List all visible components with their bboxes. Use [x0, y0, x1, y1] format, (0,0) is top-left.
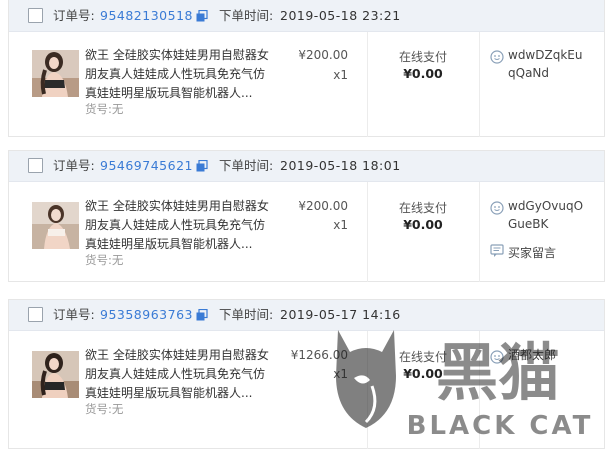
column-divider: [479, 331, 480, 449]
chat-icon[interactable]: [490, 350, 504, 364]
order-card: 订单号: 95482130518 下单时间: 2019-05-18 23:21 …: [8, 0, 605, 137]
order-body: 欲王 全硅胶实体娃娃男用自慰器女朋友真人娃娃成人性玩具免充气仿真娃娃明星版玩具智…: [9, 331, 604, 449]
order-no-label: 订单号:: [53, 307, 95, 322]
order-number[interactable]: 95358963763: [100, 300, 193, 330]
order-body: 欲王 全硅胶实体娃娃男用自慰器女朋友真人娃娃成人性玩具免充气仿真娃娃明星版玩具智…: [9, 32, 604, 137]
product-sku: 货号:无: [85, 102, 124, 116]
order-time-label: 下单时间:: [219, 158, 274, 173]
buyer-message-link[interactable]: 买家留言: [508, 244, 556, 261]
copy-icon[interactable]: [196, 10, 208, 22]
order-header: 订单号: 95482130518 下单时间: 2019-05-18 23:21: [9, 0, 604, 32]
order-header: 订单号: 95469745621 下单时间: 2019-05-18 18:01: [9, 151, 604, 182]
message-icon[interactable]: [490, 244, 504, 258]
column-divider: [479, 182, 480, 282]
product-thumbnail[interactable]: [32, 351, 79, 398]
order-card: 订单号: 95469745621 下单时间: 2019-05-18 18:01 …: [8, 150, 605, 282]
order-time: 2019-05-18 18:01: [280, 158, 401, 173]
order-no-label: 订单号:: [53, 158, 95, 173]
copy-icon[interactable]: [196, 160, 208, 172]
order-no-label: 订单号:: [53, 8, 95, 23]
order-total: ¥0.00: [403, 217, 443, 232]
chat-icon[interactable]: [490, 201, 504, 215]
quantity: x1: [333, 367, 348, 381]
order-total: ¥0.00: [403, 66, 443, 81]
order-time-label: 下单时间:: [219, 307, 274, 322]
product-sku: 货号:无: [85, 402, 124, 416]
order-number[interactable]: 95482130518: [100, 1, 193, 31]
product-title[interactable]: 欲王 全硅胶实体娃娃男用自慰器女朋友真人娃娃成人性玩具免充气仿真娃娃明星版玩具智…: [85, 197, 275, 254]
payment-method: 在线支付: [398, 50, 447, 64]
order-total: ¥0.00: [403, 366, 443, 381]
product-title[interactable]: 欲王 全硅胶实体娃娃男用自慰器女朋友真人娃娃成人性玩具免充气仿真娃娃明星版玩具智…: [85, 346, 275, 403]
unit-price: ¥1266.00: [290, 348, 348, 362]
order-time-label: 下单时间:: [219, 8, 274, 23]
order-time: 2019-05-18 23:21: [280, 8, 401, 23]
chat-icon[interactable]: [490, 50, 504, 64]
payment-method: 在线支付: [398, 201, 447, 215]
payment-method: 在线支付: [398, 350, 447, 364]
buyer-name[interactable]: wdGyOvuqOGueBK: [508, 197, 588, 233]
order-number[interactable]: 95469745621: [100, 151, 193, 181]
quantity: x1: [333, 218, 348, 232]
product-title[interactable]: 欲王 全硅胶实体娃娃男用自慰器女朋友真人娃娃成人性玩具免充气仿真娃娃明星版玩具智…: [85, 46, 275, 103]
column-divider: [367, 182, 368, 282]
order-checkbox[interactable]: [28, 307, 43, 322]
buyer-name[interactable]: 酒都太郎: [508, 346, 588, 364]
order-checkbox[interactable]: [28, 8, 43, 23]
order-body: 欲王 全硅胶实体娃娃男用自慰器女朋友真人娃娃成人性玩具免充气仿真娃娃明星版玩具智…: [9, 182, 604, 282]
unit-price: ¥200.00: [298, 199, 348, 213]
product-thumbnail[interactable]: [32, 50, 79, 97]
order-header: 订单号: 95358963763 下单时间: 2019-05-17 14:16: [9, 300, 604, 331]
buyer-name[interactable]: wdwDZqkEuqQaNd: [508, 46, 588, 82]
order-card: 订单号: 95358963763 下单时间: 2019-05-17 14:16 …: [8, 299, 605, 449]
product-sku: 货号:无: [85, 253, 124, 267]
copy-icon[interactable]: [196, 309, 208, 321]
order-checkbox[interactable]: [28, 158, 43, 173]
unit-price: ¥200.00: [298, 48, 348, 62]
order-time: 2019-05-17 14:16: [280, 307, 401, 322]
product-thumbnail[interactable]: [32, 202, 79, 249]
quantity: x1: [333, 68, 348, 82]
column-divider: [479, 32, 480, 137]
